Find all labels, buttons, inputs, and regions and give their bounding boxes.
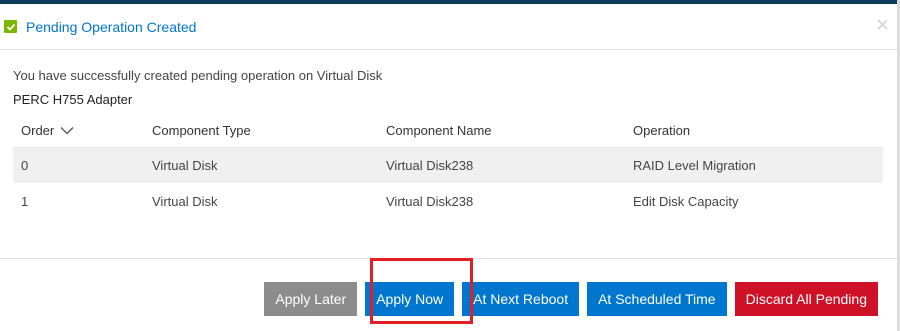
table-row: 0 Virtual Disk Virtual Disk238 RAID Leve… [13, 147, 883, 183]
cell-component-name: Virtual Disk238 [378, 147, 625, 183]
pending-operation-dialog: Pending Operation Created × You have suc… [0, 4, 897, 331]
cell-order: 0 [13, 147, 144, 183]
dialog-footer: Apply Later Apply Now At Next Reboot At … [0, 258, 897, 331]
column-header-operation: Operation [625, 114, 883, 148]
dialog-body: You have successfully created pending op… [0, 50, 897, 219]
table-row: 1 Virtual Disk Virtual Disk238 Edit Disk… [13, 183, 883, 219]
dialog-header: Pending Operation Created × [0, 4, 897, 50]
column-header-component-type: Component Type [144, 114, 378, 148]
close-icon[interactable]: × [876, 14, 889, 36]
action-buttons: Apply Later Apply Now At Next Reboot At … [264, 282, 878, 316]
cell-component-type: Virtual Disk [144, 147, 378, 183]
cell-operation: Edit Disk Capacity [633, 193, 739, 209]
cell-order: 1 [21, 193, 29, 209]
dialog-title: Pending Operation Created [26, 18, 197, 35]
discard-all-pending-button[interactable]: Discard All Pending [734, 282, 878, 316]
apply-later-button[interactable]: Apply Later [264, 282, 358, 316]
check-icon [4, 20, 17, 33]
adapter-name: PERC H755 Adapter [13, 92, 133, 107]
at-scheduled-time-button[interactable]: At Scheduled Time [587, 282, 727, 316]
apply-now-button[interactable]: Apply Now [365, 282, 455, 316]
chevron-down-icon[interactable] [60, 126, 74, 135]
column-header-order[interactable]: Order [13, 114, 144, 148]
table-header-row: Order Component Type Component Name Oper… [13, 114, 883, 148]
cell-component-type: Virtual Disk [152, 193, 218, 209]
at-next-reboot-button[interactable]: At Next Reboot [462, 282, 580, 316]
cell-operation: RAID Level Migration [625, 147, 883, 183]
pending-operations-table: Order Component Type Component Name Oper… [13, 114, 883, 219]
success-message: You have successfully created pending op… [13, 68, 383, 83]
column-label-order: Order [21, 122, 55, 138]
cell-component-name: Virtual Disk238 [386, 193, 474, 209]
column-header-component-name: Component Name [378, 114, 625, 148]
